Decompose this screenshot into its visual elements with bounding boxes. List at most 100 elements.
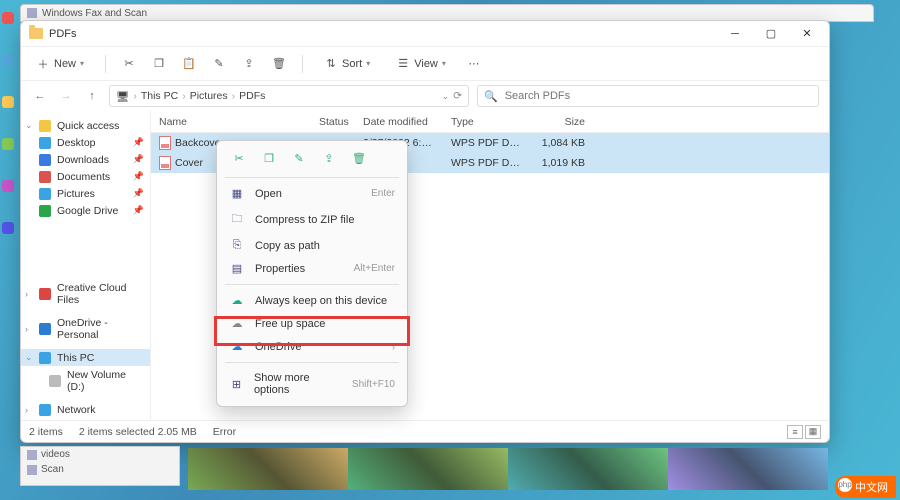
ctx-label: Always keep on this device bbox=[255, 295, 387, 307]
sidebar-item-label: Desktop bbox=[57, 137, 96, 149]
sidebar-item-pictures[interactable]: Pictures📌 bbox=[21, 185, 150, 202]
desktop-icon bbox=[39, 137, 51, 149]
ctx-show-more-options[interactable]: ⊞Show more optionsShift+F10 bbox=[217, 367, 407, 401]
sidebar-label: Quick access bbox=[57, 120, 119, 132]
col-status[interactable]: Status bbox=[311, 116, 355, 128]
pin-icon: 📌 bbox=[133, 171, 144, 182]
view-thumbs-button[interactable]: ▦ bbox=[805, 425, 821, 439]
sidebar-item-ccf[interactable]: ›Creative Cloud Files bbox=[21, 279, 150, 308]
status-count: 2 items bbox=[29, 426, 63, 438]
pc-icon: 🖥 bbox=[116, 90, 129, 103]
chevron-right-icon[interactable]: › bbox=[25, 324, 28, 334]
sort-button[interactable]: ⇅ Sort ▾ bbox=[319, 54, 375, 74]
sidebar-item-desktop[interactable]: Desktop📌 bbox=[21, 134, 150, 151]
ctx-copy-path[interactable]: ⎘Copy as path bbox=[217, 234, 407, 257]
sidebar-item-thispc[interactable]: ⌄This PC bbox=[21, 349, 150, 366]
cut-icon[interactable]: ✂ bbox=[122, 57, 136, 71]
up-button[interactable]: ↑ bbox=[83, 90, 101, 102]
forward-button[interactable]: → bbox=[57, 90, 75, 102]
new-button[interactable]: ＋ New ▾ bbox=[31, 54, 89, 74]
rename-icon[interactable]: ✎ bbox=[212, 57, 226, 71]
breadcrumb-root[interactable]: This PC bbox=[141, 90, 178, 102]
chevron-down-icon[interactable]: ⌄ bbox=[25, 120, 33, 131]
desktop-shortcut[interactable] bbox=[2, 96, 14, 108]
share-icon[interactable]: ⇪ bbox=[321, 150, 337, 166]
ctx-onedrive[interactable]: ☁OneDrive› bbox=[217, 335, 407, 358]
column-headers[interactable]: Name Status Date modified Type Size bbox=[151, 111, 829, 133]
sidebar-item-documents[interactable]: Documents📌 bbox=[21, 168, 150, 185]
titlebar[interactable]: PDFs ─ ▢ ✕ bbox=[21, 21, 829, 47]
desktop-shortcut[interactable] bbox=[2, 138, 14, 150]
col-date[interactable]: Date modified bbox=[355, 116, 443, 128]
maximize-button[interactable]: ▢ bbox=[753, 21, 789, 47]
minimize-button[interactable]: ─ bbox=[717, 21, 753, 47]
sidebar-item-googledrive[interactable]: Google Drive📌 bbox=[21, 202, 150, 219]
breadcrumb-pictures[interactable]: Pictures bbox=[190, 90, 228, 102]
zip-icon: 🗀 bbox=[229, 210, 245, 229]
col-type[interactable]: Type bbox=[443, 116, 533, 128]
pdf-icon bbox=[159, 136, 171, 150]
view-icon: ☰ bbox=[396, 57, 410, 71]
delete-icon[interactable]: 🗑 bbox=[272, 57, 286, 71]
sort-label: Sort bbox=[342, 58, 362, 70]
ctx-properties[interactable]: ▤PropertiesAlt+Enter bbox=[217, 257, 407, 280]
sidebar-item-network[interactable]: ›Network bbox=[21, 401, 150, 418]
paste-icon[interactable]: 📋 bbox=[182, 57, 196, 71]
view-button[interactable]: ☰ View ▾ bbox=[391, 54, 451, 74]
ctx-label: Free up space bbox=[255, 318, 325, 330]
col-size[interactable]: Size bbox=[533, 116, 593, 128]
desktop-shortcut[interactable] bbox=[2, 180, 14, 192]
search-input[interactable] bbox=[503, 89, 812, 103]
background-panel[interactable]: videos Scan bbox=[20, 446, 180, 486]
sidebar-item-label: Google Drive bbox=[57, 205, 118, 217]
breadcrumb-pdfs[interactable]: PDFs bbox=[239, 90, 265, 102]
pin-icon: 📌 bbox=[133, 188, 144, 199]
ctx-compress-zip[interactable]: 🗀 Compress to ZIP file bbox=[217, 205, 407, 234]
search-box[interactable]: 🔍 bbox=[477, 85, 819, 107]
refresh-icon[interactable]: ⟳ bbox=[453, 90, 462, 102]
copy-icon[interactable]: ❐ bbox=[261, 150, 277, 166]
ctx-label: Show more options bbox=[254, 372, 342, 396]
desktop-shortcut[interactable] bbox=[2, 12, 14, 24]
desktop-shortcut[interactable] bbox=[2, 54, 14, 66]
more-icon[interactable]: ⋯ bbox=[467, 57, 481, 71]
toolbar: ＋ New ▾ ✂ ❐ 📋 ✎ ⇪ 🗑 ⇅ Sort ▾ ☰ View ▾ ⋯ bbox=[21, 47, 829, 81]
open-icon: ▦ bbox=[229, 187, 245, 200]
file-explorer-window: PDFs ─ ▢ ✕ ＋ New ▾ ✂ ❐ 📋 ✎ ⇪ 🗑 ⇅ Sort ▾ … bbox=[20, 20, 830, 443]
chevron-right-icon[interactable]: › bbox=[25, 405, 28, 415]
col-name[interactable]: Name bbox=[151, 116, 311, 128]
close-button[interactable]: ✕ bbox=[789, 21, 825, 47]
watermark-badge: 中文网 bbox=[835, 476, 896, 498]
pdf-icon bbox=[159, 156, 171, 170]
view-label: View bbox=[414, 58, 438, 70]
ctx-label: Open bbox=[255, 188, 282, 200]
ctx-open[interactable]: ▦OpenEnter bbox=[217, 182, 407, 205]
chevron-down-icon[interactable]: ⌄ bbox=[442, 91, 450, 102]
breadcrumb[interactable]: 🖥 › This PC › Pictures › PDFs ⌄ ⟳ bbox=[109, 85, 469, 107]
ctx-always-keep[interactable]: ☁Always keep on this device bbox=[217, 289, 407, 312]
sidebar-item-onedrive[interactable]: ›OneDrive - Personal bbox=[21, 314, 150, 343]
ctx-label: Copy as path bbox=[255, 240, 320, 252]
sidebar-item-label: Downloads bbox=[57, 154, 109, 166]
sidebar-item-downloads[interactable]: Downloads 📌 bbox=[21, 151, 150, 168]
sidebar-item-label: New Volume (D:) bbox=[67, 369, 144, 393]
delete-icon[interactable]: 🗑 bbox=[351, 150, 367, 166]
documents-icon bbox=[39, 171, 51, 183]
ctx-free-space[interactable]: ☁Free up space bbox=[217, 312, 407, 335]
view-details-button[interactable]: ≡ bbox=[787, 425, 803, 439]
sidebar-item-volume[interactable]: New Volume (D:) bbox=[21, 366, 150, 395]
rename-icon[interactable]: ✎ bbox=[291, 150, 307, 166]
copy-icon[interactable]: ❐ bbox=[152, 57, 166, 71]
share-icon[interactable]: ⇪ bbox=[242, 57, 256, 71]
sidebar-quick-access[interactable]: ⌄ Quick access bbox=[21, 117, 150, 134]
chevron-right-icon[interactable]: › bbox=[25, 289, 28, 299]
desktop-shortcut[interactable] bbox=[2, 222, 14, 234]
pin-icon: 📌 bbox=[133, 154, 144, 165]
cut-icon[interactable]: ✂ bbox=[231, 150, 247, 166]
sidebar: ⌄ Quick access Desktop📌 Downloads📌 Docum… bbox=[21, 111, 151, 420]
window-title: PDFs bbox=[49, 28, 77, 40]
back-button[interactable]: ← bbox=[31, 90, 49, 102]
ctx-label: Properties bbox=[255, 263, 305, 275]
ctx-label: Compress to ZIP file bbox=[255, 214, 354, 226]
chevron-down-icon[interactable]: ⌄ bbox=[25, 352, 33, 363]
